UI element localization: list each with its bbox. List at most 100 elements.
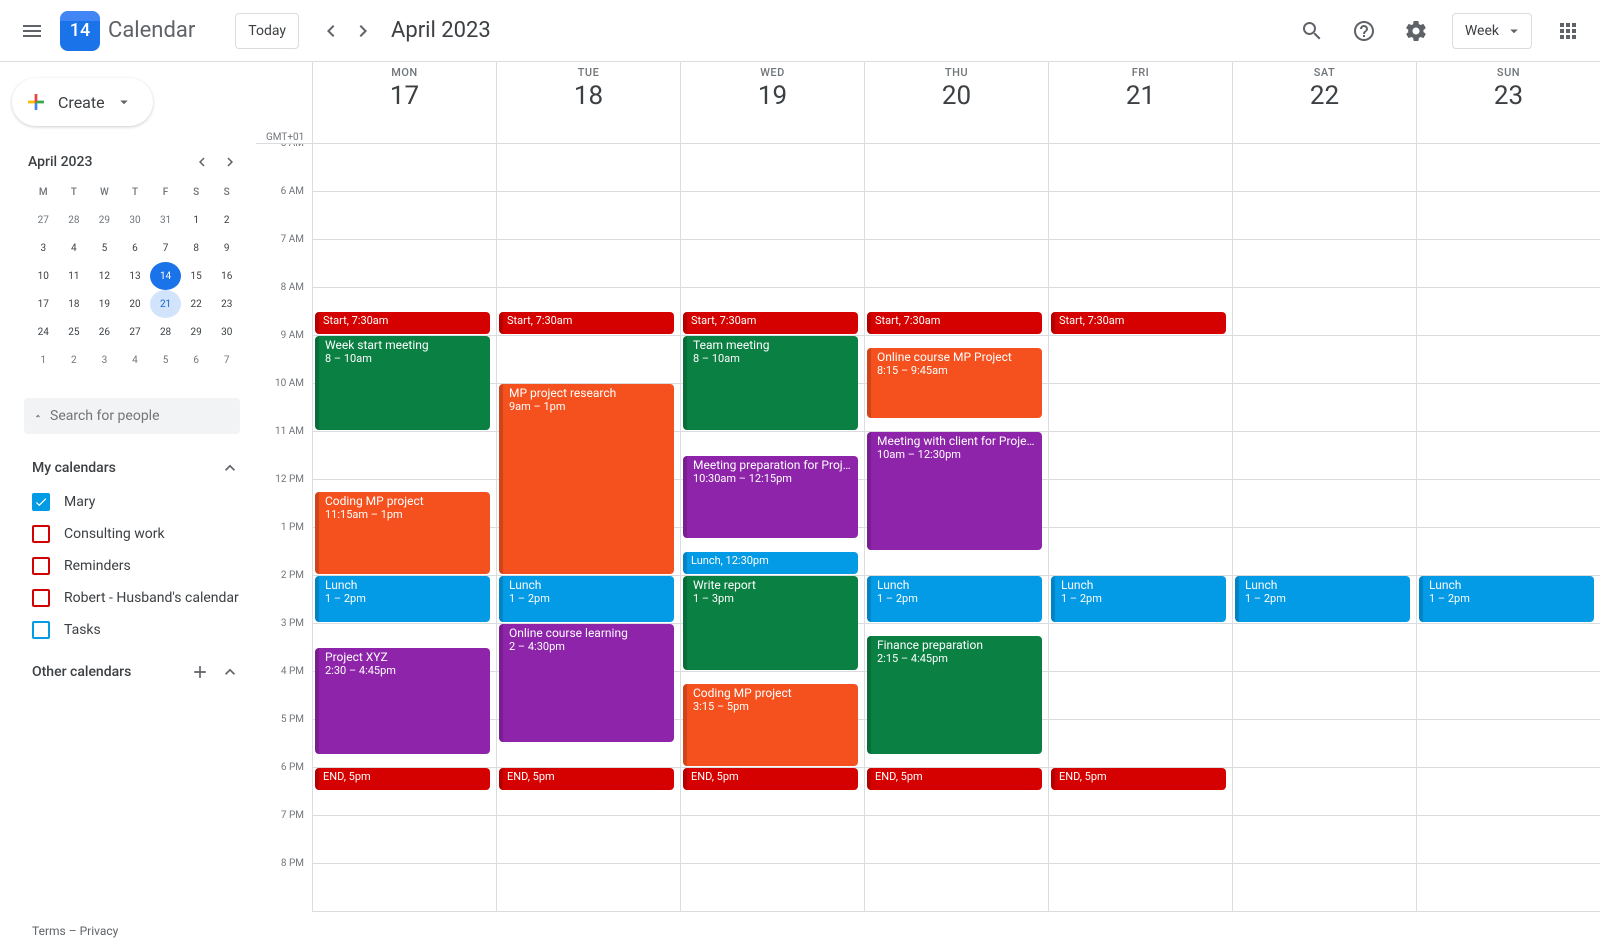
my-calendars-toggle[interactable]: My calendars xyxy=(32,450,240,486)
minical-day[interactable]: 3 xyxy=(89,346,120,374)
event[interactable]: Start, 7:30am xyxy=(315,312,490,334)
people-search-input[interactable] xyxy=(50,408,228,424)
event[interactable]: END, 5pm xyxy=(867,768,1042,790)
day-header[interactable]: THU20 xyxy=(864,62,1048,143)
minical-day[interactable]: 27 xyxy=(28,206,59,234)
calendar-checkbox[interactable] xyxy=(32,493,50,511)
minical-day[interactable]: 23 xyxy=(211,290,242,318)
event[interactable]: Coding MP project3:15 – 5pm xyxy=(683,684,858,766)
event[interactable]: Start, 7:30am xyxy=(683,312,858,334)
event[interactable]: Online course learning2 – 4:30pm xyxy=(499,624,674,742)
minical-day[interactable]: 18 xyxy=(59,290,90,318)
calendar-item[interactable]: Tasks xyxy=(32,614,240,646)
minical-day[interactable]: 6 xyxy=(120,234,151,262)
calendar-item[interactable]: Consulting work xyxy=(32,518,240,550)
event[interactable]: END, 5pm xyxy=(683,768,858,790)
day-header[interactable]: SAT22 xyxy=(1232,62,1416,143)
plus-icon[interactable] xyxy=(190,662,210,682)
day-column[interactable]: Start, 7:30amLunch1 – 2pmEND, 5pm xyxy=(1048,144,1232,912)
minical-day[interactable]: 3 xyxy=(28,234,59,262)
apps-button[interactable] xyxy=(1544,7,1592,55)
calendar-checkbox[interactable] xyxy=(32,621,50,639)
day-column[interactable]: Lunch1 – 2pm xyxy=(1416,144,1600,912)
minical-day[interactable]: 12 xyxy=(89,262,120,290)
day-header[interactable]: FRI21 xyxy=(1048,62,1232,143)
day-header[interactable]: SUN23 xyxy=(1416,62,1600,143)
privacy-link[interactable]: Privacy xyxy=(80,924,119,938)
settings-button[interactable] xyxy=(1392,7,1440,55)
event[interactable]: Lunch1 – 2pm xyxy=(499,576,674,622)
minical-day[interactable]: 20 xyxy=(120,290,151,318)
day-column[interactable]: Start, 7:30amTeam meeting8 – 10am Meeting… xyxy=(680,144,864,912)
minical-day[interactable]: 6 xyxy=(181,346,212,374)
calendar-item[interactable]: Mary xyxy=(32,486,240,518)
minical-day[interactable]: 27 xyxy=(120,318,151,346)
day-header[interactable]: MON17 xyxy=(312,62,496,143)
event[interactable]: Start, 7:30am xyxy=(867,312,1042,334)
view-switcher[interactable]: Week xyxy=(1452,13,1532,49)
day-header[interactable]: TUE18 xyxy=(496,62,680,143)
minical-day[interactable]: 30 xyxy=(120,206,151,234)
calendar-item[interactable]: Reminders xyxy=(32,550,240,582)
minical-day[interactable]: 7 xyxy=(211,346,242,374)
minical-prev-button[interactable] xyxy=(190,150,214,174)
minical-day[interactable]: 14 xyxy=(150,262,181,290)
event[interactable]: Start, 7:30am xyxy=(1051,312,1226,334)
minical-day[interactable]: 4 xyxy=(59,234,90,262)
event[interactable]: Week start meeting8 – 10am xyxy=(315,336,490,430)
minical-day[interactable]: 2 xyxy=(211,206,242,234)
event[interactable]: MP project research9am – 1pm xyxy=(499,384,674,574)
day-header[interactable]: WED19 xyxy=(680,62,864,143)
calendar-checkbox[interactable] xyxy=(32,589,50,607)
minical-day[interactable]: 2 xyxy=(59,346,90,374)
event[interactable]: Lunch1 – 2pm xyxy=(315,576,490,622)
day-column[interactable]: Start, 7:30am Online course MP Project8:1… xyxy=(864,144,1048,912)
minical-day[interactable]: 13 xyxy=(120,262,151,290)
terms-link[interactable]: Terms xyxy=(32,924,66,938)
minical-day[interactable]: 11 xyxy=(59,262,90,290)
minical-day[interactable]: 9 xyxy=(211,234,242,262)
event[interactable]: Start, 7:30am xyxy=(499,312,674,334)
day-column[interactable]: Start, 7:30amWeek start meeting8 – 10amC… xyxy=(312,144,496,912)
event[interactable]: Meeting with client for Project XYZ10am … xyxy=(867,432,1042,550)
day-column[interactable]: Start, 7:30am MP project research9am – 1p… xyxy=(496,144,680,912)
main-menu-button[interactable] xyxy=(8,7,56,55)
event[interactable]: Online course MP Project8:15 – 9:45am xyxy=(867,348,1042,418)
event[interactable]: Team meeting8 – 10am xyxy=(683,336,858,430)
minical-day[interactable]: 5 xyxy=(89,234,120,262)
event[interactable]: Lunch1 – 2pm xyxy=(867,576,1042,622)
create-button[interactable]: Create xyxy=(12,78,153,126)
event[interactable]: Lunch1 – 2pm xyxy=(1051,576,1226,622)
minical-day[interactable]: 29 xyxy=(89,206,120,234)
event[interactable]: END, 5pm xyxy=(499,768,674,790)
minical-day[interactable]: 25 xyxy=(59,318,90,346)
minical-day[interactable]: 22 xyxy=(181,290,212,318)
search-button[interactable] xyxy=(1288,7,1336,55)
minical-day[interactable]: 10 xyxy=(28,262,59,290)
next-week-button[interactable] xyxy=(347,15,379,47)
event[interactable]: Meeting preparation for Project XYZ10:30… xyxy=(683,456,858,538)
event[interactable]: END, 5pm xyxy=(315,768,490,790)
minical-day[interactable]: 26 xyxy=(89,318,120,346)
minical-day[interactable]: 29 xyxy=(181,318,212,346)
calendar-checkbox[interactable] xyxy=(32,557,50,575)
other-calendars-toggle[interactable]: Other calendars xyxy=(32,654,240,690)
minical-day[interactable]: 28 xyxy=(150,318,181,346)
minical-day[interactable]: 1 xyxy=(28,346,59,374)
event[interactable]: Lunch1 – 2pm xyxy=(1235,576,1410,622)
minical-day[interactable]: 16 xyxy=(211,262,242,290)
help-button[interactable] xyxy=(1340,7,1388,55)
minical-day[interactable]: 1 xyxy=(181,206,212,234)
minical-day[interactable]: 15 xyxy=(181,262,212,290)
event[interactable]: Lunch, 12:30pm xyxy=(683,552,858,574)
minical-day[interactable]: 21 xyxy=(150,290,181,318)
minical-day[interactable]: 24 xyxy=(28,318,59,346)
calendar-checkbox[interactable] xyxy=(32,525,50,543)
minical-day[interactable]: 31 xyxy=(150,206,181,234)
minical-day[interactable]: 19 xyxy=(89,290,120,318)
people-search[interactable] xyxy=(24,398,240,434)
day-column[interactable]: Lunch1 – 2pm xyxy=(1232,144,1416,912)
event[interactable]: Finance preparation2:15 – 4:45pm xyxy=(867,636,1042,754)
event[interactable]: Write report1 – 3pm xyxy=(683,576,858,670)
calendar-item[interactable]: Robert - Husband's calendar xyxy=(32,582,240,614)
